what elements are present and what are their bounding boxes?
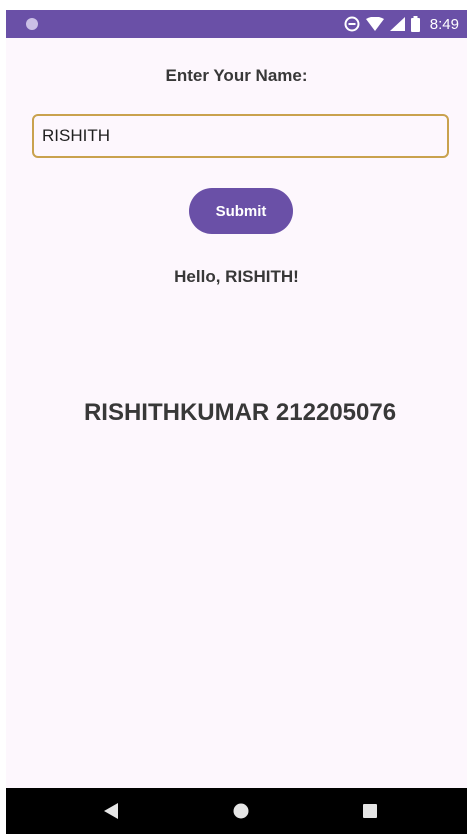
home-circle-icon <box>233 803 249 819</box>
phone-screen: 8:49 Enter Your Name: Submit Hello, RISH… <box>6 10 467 834</box>
navigation-bar <box>6 788 467 834</box>
cellular-signal-icon <box>389 17 405 31</box>
student-id-text: RISHITHKUMAR 212205076 <box>83 399 397 426</box>
status-bar: 8:49 <box>6 10 467 38</box>
recents-square-icon <box>363 804 377 818</box>
name-prompt-label: Enter Your Name: <box>165 66 308 85</box>
back-button[interactable] <box>94 794 128 828</box>
wifi-icon <box>365 17 384 31</box>
status-icons: 8:49 <box>344 10 459 38</box>
home-button[interactable] <box>224 794 258 828</box>
back-triangle-icon <box>104 803 118 819</box>
recents-button[interactable] <box>353 794 387 828</box>
do-not-disturb-icon <box>344 16 360 32</box>
notification-dot-icon <box>26 18 38 30</box>
name-input[interactable] <box>32 114 449 158</box>
battery-icon <box>410 16 420 32</box>
greeting-text: Hello, RISHITH! <box>174 267 299 286</box>
submit-button[interactable]: Submit <box>189 188 293 234</box>
status-time: 8:49 <box>429 15 459 33</box>
